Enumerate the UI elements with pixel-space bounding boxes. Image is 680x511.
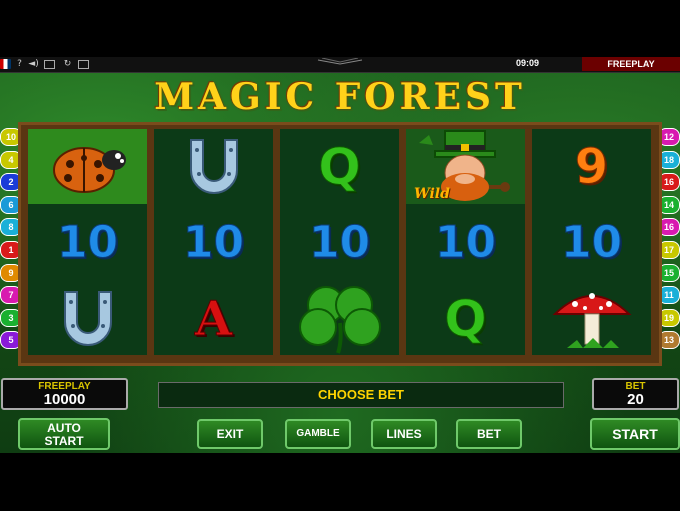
reel-5: 9 10 xyxy=(532,129,651,355)
q-symbol: Q xyxy=(318,137,362,196)
nine-symbol: 9 xyxy=(574,138,609,195)
clock: 09:09 xyxy=(516,58,540,68)
reel-1: 10 xyxy=(28,129,147,355)
exit-button[interactable]: EXIT xyxy=(197,419,263,449)
reels-frame: 10 10 A Q 10 Wild 10 Q 9 10 xyxy=(18,122,662,366)
horseshoe-icon xyxy=(189,138,238,194)
ladybug-icon xyxy=(52,146,126,193)
a-symbol: A xyxy=(194,290,233,347)
gamble-button[interactable]: GAMBLE xyxy=(285,419,351,449)
bet-display: BET 20 xyxy=(592,378,679,410)
lines-button[interactable]: LINES xyxy=(371,419,437,449)
mushroom-icon xyxy=(552,292,631,348)
screen-icon[interactable] xyxy=(44,60,55,69)
credit-display: FREEPLAY 10000 xyxy=(1,378,128,410)
mode-label: FREEPLAY xyxy=(582,57,680,71)
horseshoe-symbol xyxy=(154,129,273,204)
auto-start-label-line2: START xyxy=(44,434,84,448)
leprechaun-wild-symbol: Wild xyxy=(406,129,525,204)
fullscreen-icon[interactable] xyxy=(78,60,89,69)
credit-value: 10000 xyxy=(43,391,86,408)
message-bar: CHOOSE BET xyxy=(158,382,564,408)
q-symbol: Q xyxy=(444,289,488,348)
clover-symbol xyxy=(280,281,399,356)
ten-symbol: 10 xyxy=(434,217,497,269)
bet-value: 20 xyxy=(627,391,644,408)
flag-icon[interactable] xyxy=(0,59,11,69)
reel-2: 10 A xyxy=(154,129,273,355)
menu-handle-icon[interactable] xyxy=(316,58,364,66)
ten-symbol: 10 xyxy=(560,217,623,269)
bet-button[interactable]: BET xyxy=(456,419,522,449)
reel-3: Q 10 xyxy=(280,129,399,355)
sound-icon[interactable]: ◄) xyxy=(28,59,39,69)
horseshoe-symbol xyxy=(28,281,147,356)
wild-label: Wild xyxy=(414,186,450,202)
horseshoe-icon xyxy=(63,290,112,346)
clover-icon xyxy=(298,285,381,354)
ten-symbol: 10 xyxy=(308,217,371,269)
reel-4: Wild 10 Q xyxy=(406,129,525,355)
auto-start-button[interactable]: AUTO START xyxy=(18,418,110,450)
ladybug-symbol xyxy=(28,129,147,204)
ten-symbol: 10 xyxy=(182,217,245,269)
mushroom-symbol xyxy=(532,281,651,356)
start-button[interactable]: START xyxy=(590,418,680,450)
help-icon[interactable]: ? xyxy=(14,59,25,69)
refresh-icon[interactable]: ↻ xyxy=(62,59,73,69)
ten-symbol: 10 xyxy=(56,217,119,269)
game-title: MAGIC FOREST xyxy=(154,76,526,118)
